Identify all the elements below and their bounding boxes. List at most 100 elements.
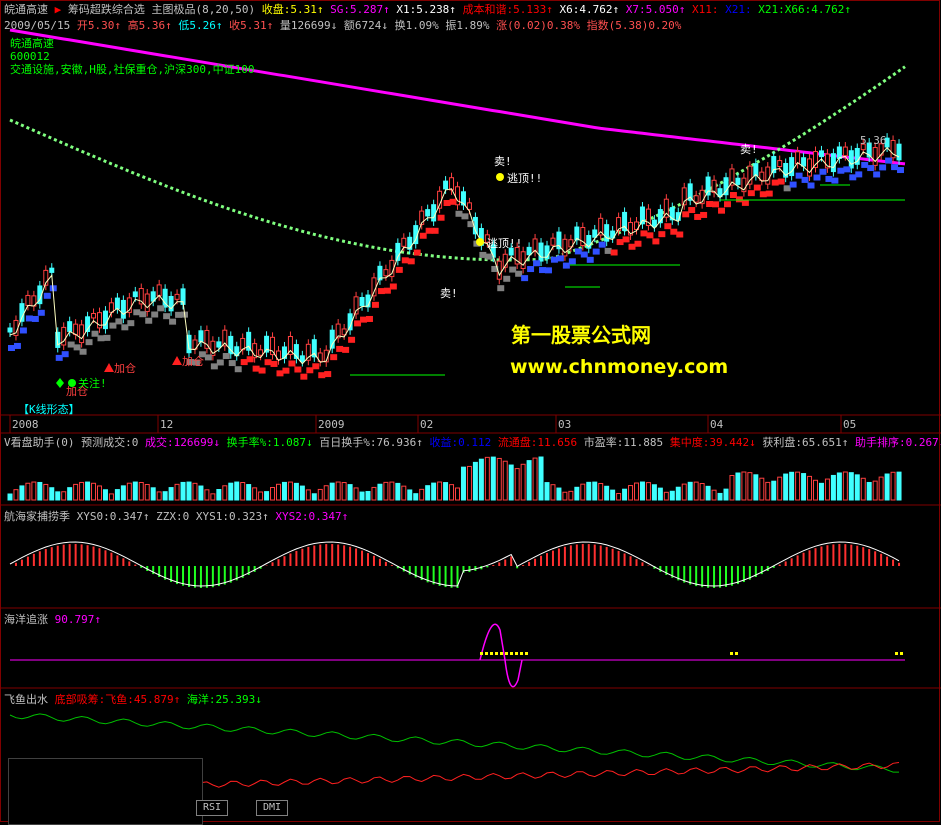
- volume-bar: [85, 481, 91, 501]
- step-ma-seg: [479, 251, 487, 258]
- step-ma-seg: [533, 260, 541, 267]
- candle-body: [73, 323, 79, 336]
- volume-bar: [425, 485, 431, 501]
- volume-bar: [108, 493, 114, 501]
- volume-bar: [824, 478, 830, 501]
- volume-bar: [783, 473, 789, 501]
- step-ma-seg: [610, 249, 618, 256]
- candle-body: [114, 297, 120, 310]
- k-line-pattern-label[interactable]: 【K线形态】: [18, 403, 80, 416]
- stock-code: 600012: [10, 50, 50, 63]
- step-ma-seg: [115, 318, 123, 325]
- tab-dmi[interactable]: DMI: [256, 800, 289, 816]
- candle-body: [747, 165, 753, 185]
- header1-item: X21:X66:4.762↑: [758, 3, 851, 16]
- step-ma-seg: [527, 266, 535, 273]
- vol_panel-item: 预测成交:0: [81, 436, 145, 449]
- volume-bar: [568, 490, 574, 501]
- volume-bar: [317, 488, 323, 501]
- step-ma-seg: [13, 342, 21, 349]
- step-ma-seg: [849, 174, 857, 181]
- volume-bar: [747, 472, 753, 501]
- stock-sector: 交通设施,安徽,H股,社保重仓,沪深300,中证100: [10, 63, 255, 76]
- step-ma-seg: [121, 324, 129, 331]
- sell-signal-3: 卖!: [440, 287, 458, 300]
- step-ma-seg: [503, 275, 511, 282]
- ind1_panel-item: 航海家捕捞季: [4, 510, 77, 523]
- tab-rsi[interactable]: RSI: [196, 800, 229, 816]
- step-ma-seg: [885, 157, 893, 164]
- candle-body: [735, 177, 741, 185]
- step-ma-seg: [819, 168, 827, 175]
- ind2-marker: [735, 652, 738, 655]
- ind3_panel-item: 底部吸筹:飞鱼:45.879↑: [54, 693, 187, 706]
- ind2-marker: [525, 652, 528, 655]
- step-ma-seg: [843, 166, 851, 173]
- volume-bar: [383, 481, 389, 501]
- volume-bar: [645, 482, 651, 501]
- volume-bar: [299, 485, 305, 501]
- ind2-marker: [505, 652, 508, 655]
- step-ma-seg: [31, 315, 39, 322]
- candle-body: [753, 163, 759, 177]
- volume-bar: [693, 481, 699, 501]
- volume-bar: [264, 491, 270, 501]
- volume-bar: [192, 482, 198, 501]
- step-ma-seg: [246, 356, 254, 363]
- step-ma-seg: [342, 346, 350, 353]
- volume-bar: [866, 481, 872, 501]
- volume-bar: [329, 482, 335, 501]
- candle-body: [765, 166, 771, 185]
- step-ma-seg: [676, 231, 684, 238]
- volume-bar: [49, 487, 55, 501]
- quote-header: 2009/05/15 开5.30↑ 高5.36↑ 低5.26↑ 收5.31↑ 量…: [4, 19, 681, 32]
- step-ma-seg: [747, 190, 755, 197]
- step-ma-seg: [449, 198, 457, 205]
- step-ma-seg: [568, 258, 576, 265]
- ind2-marker: [520, 652, 523, 655]
- volume-bar: [729, 474, 735, 501]
- date-tick: 05: [843, 418, 857, 431]
- header2-item: 开5.30↑: [76, 19, 128, 32]
- step-ma-seg: [694, 213, 702, 220]
- stock-name: 皖通高速: [10, 37, 54, 50]
- volume-bar: [371, 486, 377, 501]
- header2-item: 高5.36↑: [127, 19, 179, 32]
- volume-bar: [705, 485, 711, 501]
- volume-bar: [592, 481, 598, 501]
- volume-bar: [896, 471, 902, 501]
- step-ma-seg: [461, 213, 469, 220]
- step-ma-seg: [718, 207, 725, 214]
- step-ma-seg: [724, 201, 731, 208]
- volume-bar: [639, 481, 645, 501]
- volume-bar: [126, 482, 132, 501]
- step-ma-seg: [431, 227, 439, 234]
- step-ma-seg: [127, 320, 135, 327]
- volume-bar: [335, 481, 341, 501]
- vol_panel-item: 收益:0.112: [429, 436, 498, 449]
- volume-bar: [19, 485, 25, 501]
- candle-body: [550, 237, 556, 246]
- volume-bar: [228, 482, 234, 501]
- watch-label: 关注!: [78, 377, 107, 390]
- step-ma-seg: [497, 285, 505, 292]
- volume-bar: [13, 489, 19, 501]
- candle-body: [449, 177, 455, 191]
- step-ma-seg: [622, 236, 630, 243]
- candle-body: [156, 284, 162, 297]
- vol_panel-item: V看盘助手(0): [4, 436, 82, 449]
- volume-bar: [79, 481, 85, 501]
- step-ma-seg: [91, 330, 99, 337]
- volume-bar: [55, 491, 61, 501]
- step-ma-seg: [879, 164, 887, 171]
- step-ma-seg: [574, 248, 582, 255]
- volume-bar: [657, 487, 663, 501]
- step-ma-seg: [61, 351, 69, 358]
- vol_panel-item: 集中度:39.442↓: [669, 436, 763, 449]
- volume-bar: [556, 487, 562, 501]
- volume-bar: [114, 489, 120, 501]
- step-ma-seg: [336, 345, 344, 352]
- step-ma-seg: [867, 165, 875, 172]
- step-ma-seg: [628, 243, 636, 250]
- candle-body: [538, 242, 544, 262]
